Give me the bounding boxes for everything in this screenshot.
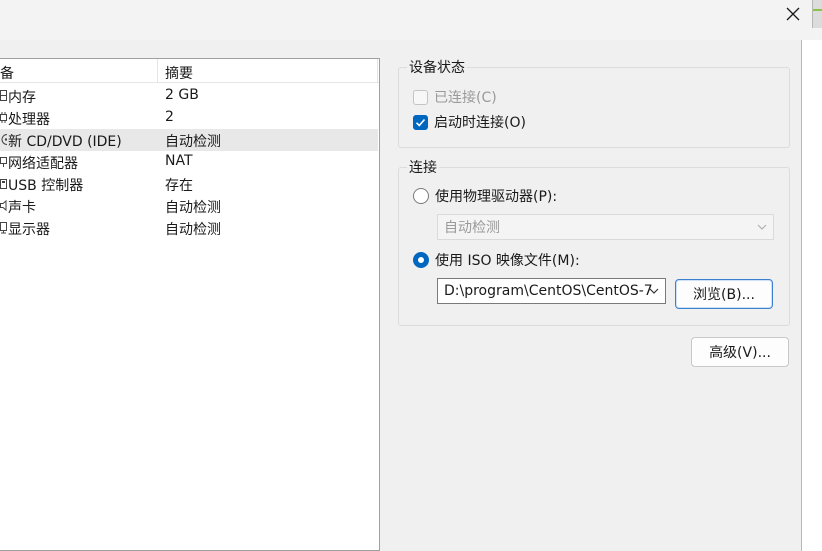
hardware-row-network-adapter[interactable]: 网络适配器 NAT — [0, 151, 378, 173]
physical-drive-select[interactable]: 自动检测 — [437, 214, 774, 240]
chevron-down-icon — [757, 224, 767, 230]
iso-path-combobox[interactable]: D:\program\CentOS\CentOS-7 — [437, 278, 666, 304]
chevron-down-icon — [649, 288, 659, 294]
connected-checkbox-box[interactable] — [413, 89, 428, 105]
physical-drive-select-value: 自动检测 — [444, 220, 500, 236]
iso-image-radio[interactable]: 使用 ISO 映像文件(M): — [413, 250, 580, 270]
column-header-device[interactable]: 备 — [0, 59, 158, 83]
hardware-list: 备 摘要 内存 2 GB 处理器 2 新 CD/DVD (IDE) 自动检测 网… — [0, 58, 380, 551]
connected-checkbox[interactable]: 已连接(C) — [413, 87, 497, 107]
physical-drive-label: 使用物理驱动器(P): — [435, 189, 558, 205]
close-button[interactable] — [776, 0, 810, 28]
hardware-row-name: 网络适配器 — [8, 156, 78, 172]
device-status-title: 设备状态 — [407, 57, 467, 77]
physical-drive-radio[interactable]: 使用物理驱动器(P): — [413, 186, 557, 206]
hardware-row-cd-dvd[interactable]: 新 CD/DVD (IDE) 自动检测 — [0, 129, 378, 151]
connect-at-power-on-checkbox[interactable]: 启动时连接(O) — [413, 112, 526, 132]
hardware-row-usb-controller[interactable]: USB 控制器 存在 — [0, 173, 378, 195]
hardware-row-summary: NAT — [165, 153, 193, 169]
background-window-edge — [812, 0, 822, 28]
title-bar — [0, 0, 822, 40]
hardware-row-name: 新 CD/DVD (IDE) — [8, 134, 122, 150]
hardware-row-summary: 自动检测 — [165, 222, 221, 238]
sound-card-icon — [0, 199, 7, 212]
connect-at-power-on-checkbox-box[interactable] — [413, 114, 428, 130]
hardware-row-summary: 2 GB — [165, 87, 199, 103]
column-header-device-label: 备 — [0, 66, 14, 82]
iso-image-label: 使用 ISO 映像文件(M): — [435, 253, 580, 269]
cd-dvd-icon — [1, 134, 7, 145]
advanced-button[interactable]: 高级(V)... — [691, 337, 789, 367]
device-status-group: 设备状态 — [398, 57, 790, 148]
hardware-row-display[interactable]: 显示器 自动检测 — [0, 217, 378, 239]
iso-image-radio-circle[interactable] — [413, 252, 429, 268]
hardware-row-name: 内存 — [8, 90, 36, 106]
browse-button[interactable]: 浏览(B)... — [675, 279, 773, 309]
hardware-row-name: 显示器 — [8, 222, 50, 238]
network-adapter-icon — [0, 157, 7, 167]
close-icon — [786, 7, 800, 21]
hardware-row-name: 声卡 — [8, 200, 36, 216]
connect-at-power-on-label: 启动时连接(O) — [434, 115, 526, 131]
memory-icon — [0, 90, 7, 101]
hardware-row-name: USB 控制器 — [8, 178, 84, 194]
hardware-list-header: 备 摘要 — [0, 59, 379, 83]
hardware-row-sound-card[interactable]: 声卡 自动检测 — [0, 195, 378, 217]
connection-title: 连接 — [407, 157, 439, 177]
hardware-row-memory[interactable]: 内存 2 GB — [0, 85, 378, 107]
browse-button-label: 浏览(B)... — [693, 287, 755, 303]
hardware-row-summary: 2 — [165, 109, 174, 125]
hardware-row-processor[interactable]: 处理器 2 — [0, 107, 378, 129]
checkmark-icon — [415, 118, 426, 127]
hardware-row-summary: 自动检测 — [165, 200, 221, 216]
physical-drive-radio-circle[interactable] — [413, 188, 429, 204]
scroll-edge — [802, 40, 822, 551]
column-header-summary[interactable]: 摘要 — [165, 63, 193, 83]
vm-settings-window: 备 摘要 内存 2 GB 处理器 2 新 CD/DVD (IDE) 自动检测 网… — [0, 0, 822, 551]
hardware-row-name: 处理器 — [8, 112, 50, 128]
display-icon — [0, 222, 7, 234]
hardware-row-summary: 存在 — [165, 178, 193, 194]
processor-icon — [0, 112, 7, 123]
iso-path-value: D:\program\CentOS\CentOS-7 — [444, 283, 653, 299]
usb-controller-icon — [0, 179, 7, 189]
advanced-button-label: 高级(V)... — [709, 345, 771, 361]
hardware-row-summary: 自动检测 — [165, 134, 221, 150]
connected-label: 已连接(C) — [434, 90, 497, 106]
